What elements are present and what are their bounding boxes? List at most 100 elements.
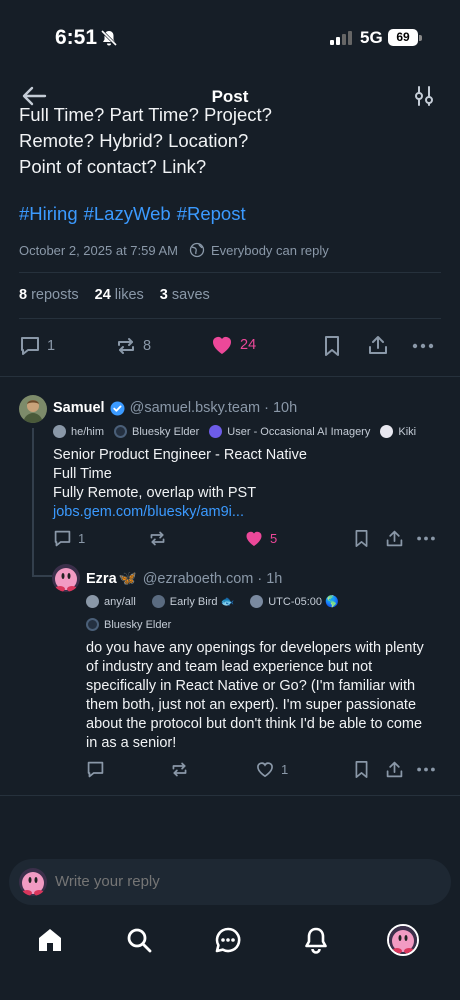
bookmark-button[interactable] (322, 335, 342, 357)
label-badges-row2: Bluesky Elder (86, 618, 181, 631)
pronoun-badge-icon (86, 595, 99, 608)
ellipsis-icon (417, 536, 435, 541)
sliders-icon[interactable] (412, 84, 436, 108)
elder-badge-icon (86, 618, 99, 631)
avatar-ezra[interactable] (52, 564, 80, 592)
bookmark-icon (325, 336, 339, 356)
avatar-samuel[interactable] (19, 395, 47, 423)
badge-timezone[interactable]: UTC-05:00 🌎 (250, 595, 339, 608)
reply-count: 1 (78, 531, 86, 546)
reply-time: · 1h (257, 570, 283, 587)
divider (0, 795, 460, 796)
saves-stat[interactable]: 3 saves (160, 287, 210, 303)
search-icon (127, 928, 152, 953)
tab-profile[interactable] (387, 924, 419, 956)
reposts-stat[interactable]: 8 reposts (19, 287, 79, 303)
profile-avatar (389, 926, 417, 954)
reply-button[interactable]: 1 (19, 335, 55, 357)
kiki-badge-icon (380, 425, 394, 438)
thread-line (32, 428, 34, 577)
author-handle[interactable]: @samuel.bsky.team (130, 400, 261, 416)
label-badges: he/him Bluesky Elder User - Occasional A… (53, 425, 426, 438)
post-text-cut-line: Full Time? Part Time? Project? (19, 108, 272, 125)
post-text-line: Remote? Hybrid? Location? (19, 130, 249, 151)
share-button[interactable] (385, 760, 404, 779)
badge-ai-imagery[interactable]: User - Occasional AI Imagery (209, 425, 370, 438)
badge-elder[interactable]: Bluesky Elder (114, 425, 199, 438)
notifications-icon (305, 927, 327, 954)
like-button[interactable]: 1 (255, 760, 288, 779)
comment-icon (87, 761, 104, 778)
status-time: 6:51 (55, 26, 98, 49)
like-button[interactable]: 24 (210, 334, 256, 356)
badge-pronouns[interactable]: any/all (86, 595, 136, 608)
hashtag-lazyweb[interactable]: #LazyWeb (84, 203, 171, 224)
reply-author-row: Samuel @samuel.bsky.team · 10h (53, 400, 297, 416)
reply-text-line: Senior Product Engineer - React Native (53, 447, 307, 463)
divider (19, 318, 441, 319)
like-button[interactable]: 5 (244, 529, 277, 548)
repost-button[interactable] (170, 760, 189, 779)
author-name[interactable]: Samuel (53, 400, 105, 416)
label-badges: any/all Early Bird 🐟 UTC-05:00 🌎 (86, 595, 349, 608)
reply-time: · 10h (264, 400, 298, 416)
tab-chat[interactable] (210, 922, 246, 958)
divider (19, 272, 441, 273)
bell-off-icon (100, 29, 118, 47)
comment-icon (54, 530, 71, 547)
tab-search[interactable] (121, 922, 157, 958)
reply-setting[interactable]: Everybody can reply (211, 243, 329, 258)
share-button[interactable] (367, 334, 389, 356)
repost-button[interactable]: 8 (115, 335, 151, 357)
reply-text-line: Full Time (53, 466, 112, 482)
bookmark-button[interactable] (353, 529, 370, 548)
reply-text-line: them both, just not an expert). I'm supe… (86, 697, 417, 713)
repost-button[interactable] (148, 529, 167, 548)
tab-notifications[interactable] (298, 922, 334, 958)
more-options-button[interactable] (411, 335, 435, 357)
globe-icon (189, 242, 205, 258)
battery-tip (419, 35, 422, 41)
badge-pronouns[interactable]: he/him (53, 425, 104, 438)
badge-early-bird[interactable]: Early Bird 🐟 (151, 595, 234, 608)
heart-filled-icon (246, 531, 262, 546)
repost-count: 8 (143, 338, 152, 354)
signal-icon (330, 31, 352, 45)
likes-stat[interactable]: 24 likes (95, 287, 144, 303)
reply-button[interactable] (86, 760, 105, 779)
hashtag-repost[interactable]: #Repost (177, 203, 246, 224)
tab-home[interactable] (32, 922, 68, 958)
elder-badge-icon (114, 425, 128, 438)
bookmark-icon (355, 530, 368, 547)
thread-line-branch (32, 575, 52, 577)
author-handle[interactable]: @ezraboeth.com (143, 571, 254, 587)
heart-filled-icon (213, 337, 231, 354)
more-options-button[interactable] (415, 760, 437, 779)
bottom-tab-bar (0, 918, 460, 1000)
verified-check-icon (110, 401, 125, 415)
job-link[interactable]: jobs.gem.com/bluesky/am9i... (53, 503, 443, 522)
hashtag-hiring[interactable]: #Hiring (19, 203, 78, 224)
reply-text-line: about the protocol but don't think I'd b… (86, 716, 423, 732)
like-count: 1 (281, 762, 289, 777)
status-bar: 6:51 5G 69 (0, 0, 460, 70)
early-bird-badge-icon (151, 595, 165, 608)
post-stats: 8 reposts 24 likes 3 saves (19, 287, 210, 303)
comment-icon (21, 337, 39, 355)
share-button[interactable] (385, 529, 404, 548)
my-avatar (19, 868, 47, 896)
reply-text-line: specifically in React Native or Go? (I'm… (86, 678, 416, 694)
reply-button[interactable]: 1 (53, 529, 85, 548)
reply-composer[interactable] (9, 859, 451, 905)
reply-text-line: Fully Remote, overlap with PST (53, 485, 257, 501)
author-name[interactable]: Ezra (86, 571, 117, 587)
share-icon (386, 530, 403, 547)
battery-indicator: 69 (388, 29, 418, 46)
badge-elder[interactable]: Bluesky Elder (86, 618, 171, 631)
share-icon (386, 761, 403, 778)
badge-kiki[interactable]: Kiki (380, 425, 416, 438)
reply-input[interactable] (55, 873, 435, 890)
bookmark-button[interactable] (353, 760, 370, 779)
heart-outline-icon (257, 762, 273, 778)
more-options-button[interactable] (415, 529, 437, 548)
